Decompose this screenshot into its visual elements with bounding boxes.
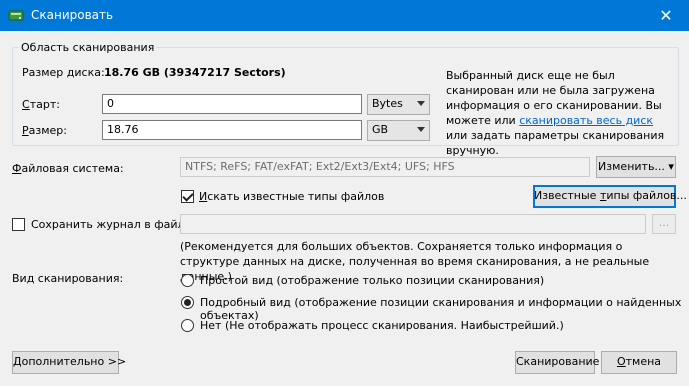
browse-button[interactable]: ... bbox=[652, 214, 676, 234]
scan-button[interactable]: Сканирование bbox=[515, 351, 599, 374]
close-icon[interactable]: ✕ bbox=[643, 0, 689, 31]
save-log-checkbox[interactable] bbox=[12, 218, 25, 231]
save-log-label: Сохранить журнал в файл: bbox=[31, 218, 189, 231]
start-unit-value: Bytes bbox=[372, 97, 403, 110]
size-label: Размер: bbox=[22, 124, 67, 137]
title-bar: Сканировать ✕ bbox=[0, 0, 689, 31]
chevron-down-icon bbox=[417, 127, 425, 132]
scan-whole-disk-link[interactable]: сканировать весь диск bbox=[519, 114, 653, 127]
radio-simple-view-label: Простой вид (отображение только позиции … bbox=[200, 274, 545, 287]
scan-info-text: Выбранный диск еще не был сканирован или… bbox=[446, 68, 672, 158]
size-unit-select[interactable]: GB bbox=[367, 120, 430, 141]
radio-simple-view[interactable] bbox=[181, 274, 194, 287]
advanced-button[interactable]: Дополнительно >> bbox=[12, 351, 126, 374]
disk-size-label: Размер диска: bbox=[22, 66, 105, 79]
scan-area-legend: Область сканирования bbox=[19, 41, 157, 54]
dropdown-arrow-icon: ▾ bbox=[668, 160, 674, 173]
app-icon bbox=[8, 10, 24, 21]
change-button-label: Изменить... bbox=[598, 160, 665, 173]
start-unit-select[interactable]: Bytes bbox=[367, 94, 430, 115]
known-types-button[interactable]: Известные типы файлов... bbox=[533, 185, 687, 208]
size-input[interactable]: 18.76 bbox=[102, 120, 362, 140]
size-unit-value: GB bbox=[372, 123, 389, 136]
radio-detailed-view[interactable] bbox=[181, 296, 194, 309]
radio-no-view-label: Нет (Не отображать процесс сканирования.… bbox=[200, 319, 564, 332]
disk-size-value: 18.76 GB (39347217 Sectors) bbox=[104, 66, 286, 79]
known-types-label: Искать известные типы файлов bbox=[199, 190, 385, 203]
filesystem-field: NTFS; ReFS; FAT/exFAT; Ext2/Ext3/Ext4; U… bbox=[180, 157, 590, 177]
change-filesystem-button[interactable]: Изменить... ▾ bbox=[596, 156, 676, 178]
info-text-after: или задать параметры сканирования вручну… bbox=[446, 129, 665, 157]
window-title: Сканировать bbox=[31, 8, 114, 22]
start-input[interactable]: 0 bbox=[102, 94, 362, 114]
scan-view-label: Вид сканирования: bbox=[12, 272, 124, 285]
log-file-input[interactable] bbox=[180, 214, 646, 234]
cancel-button[interactable]: Отмена bbox=[601, 351, 677, 374]
known-types-checkbox[interactable] bbox=[181, 190, 194, 203]
chevron-down-icon bbox=[417, 101, 425, 106]
radio-no-view[interactable] bbox=[181, 319, 194, 332]
filesystem-label: Файловая система: bbox=[12, 162, 124, 175]
cancel-button-label: Отмена bbox=[616, 355, 662, 368]
known-types-button-label: Известные типы файлов... bbox=[534, 189, 687, 202]
start-label: Старт: bbox=[22, 98, 60, 111]
